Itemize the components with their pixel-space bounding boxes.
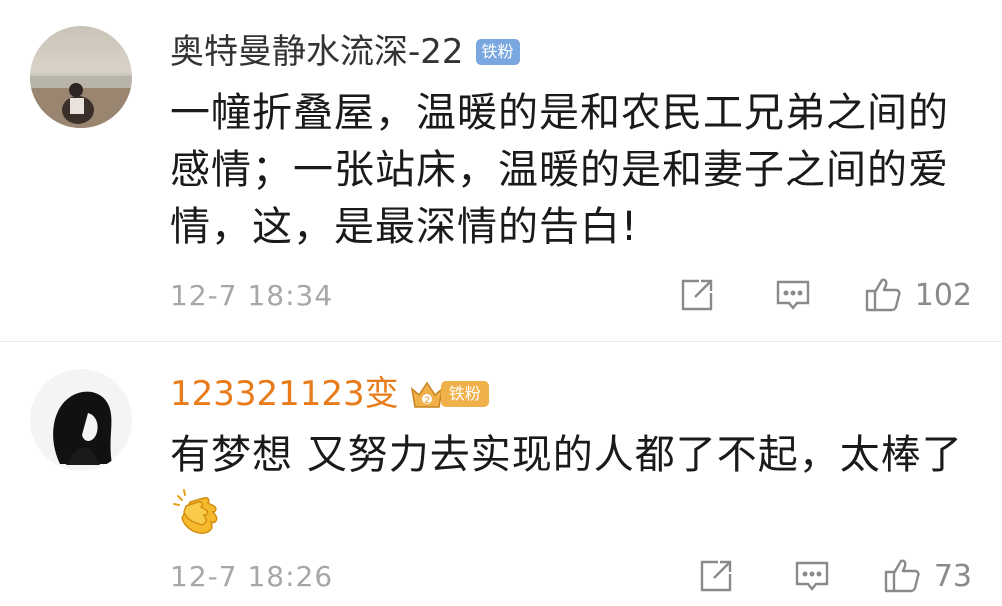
clapping-hands-icon	[170, 484, 226, 540]
comment-body: 有梦想 又努力去实现的人都了不起，太棒了	[170, 427, 970, 540]
comment-icon[interactable]	[792, 556, 832, 596]
username-text[interactable]: 奥特曼静水流深-22	[170, 30, 464, 74]
fan-badge: 铁粉	[475, 39, 520, 65]
username-text[interactable]: 123321123变	[170, 372, 399, 416]
fan-badge: 2 铁粉	[409, 377, 489, 411]
comment-actions: 73	[696, 556, 972, 596]
like-count: 73	[933, 558, 972, 594]
thumbs-up-icon[interactable]	[863, 275, 903, 315]
like-button[interactable]: 102	[863, 275, 972, 315]
comment-footer: 12-7 18:34 102	[170, 275, 972, 315]
like-button[interactable]: 73	[882, 556, 972, 596]
comment-text: 一幢折叠屋，温暖的是和农民工兄弟之间的感情；一张站床，温暖的是和妻子之间的爱情，…	[170, 90, 949, 250]
like-count: 102	[914, 277, 972, 313]
comment-actions: 102	[677, 275, 972, 315]
timestamp: 12-7 18:26	[170, 559, 334, 593]
username[interactable]: 123321123变 2 铁粉	[170, 372, 489, 416]
fan-badge-label: 铁粉	[440, 381, 489, 407]
comment-icon[interactable]	[773, 275, 813, 315]
avatar[interactable]	[30, 26, 132, 128]
share-icon[interactable]	[677, 275, 717, 315]
comment-item: 奥特曼静水流深-22 铁粉 一幢折叠屋，温暖的是和农民工兄弟之间的感情；一张站床…	[0, 0, 1002, 342]
share-icon[interactable]	[696, 556, 736, 596]
emoji-row	[170, 484, 970, 540]
comment-text: 有梦想 又努力去实现的人都了不起，太棒了	[170, 432, 963, 478]
comment-item: 123321123变 2 铁粉 有梦想 又努力去实现的人都了不起，太棒了 12-…	[0, 342, 1002, 606]
username[interactable]: 奥特曼静水流深-22 铁粉	[170, 30, 520, 74]
thumbs-up-icon[interactable]	[882, 556, 922, 596]
svg-text:2: 2	[424, 395, 429, 405]
crown-icon: 2	[409, 377, 445, 411]
comment-footer: 12-7 18:26 73	[170, 556, 972, 596]
avatar[interactable]	[30, 369, 132, 471]
timestamp: 12-7 18:34	[170, 278, 334, 312]
